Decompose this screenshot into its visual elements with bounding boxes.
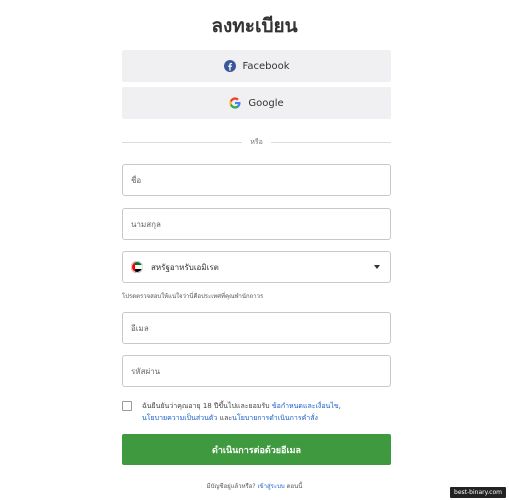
or-divider: หรือ (122, 137, 392, 147)
uae-flag-icon (131, 261, 143, 273)
consent-and: และ (217, 414, 233, 422)
first-name-placeholder: ชื่อ (131, 175, 142, 185)
consent-text: ฉันยืนยันว่าคุณอายุ 18 ปีขึ้นไปและยอมรับ… (142, 400, 341, 424)
country-value: สหรัฐอาหรับเอมิเรต (151, 262, 219, 272)
terms-link[interactable]: ข้อกำหนดและเงื่อนไข (272, 402, 339, 410)
divider-line-left (122, 141, 243, 143)
country-select[interactable]: สหรัฐอาหรับเอมิเรต (122, 251, 391, 283)
country-hint: โปรดตรวจสอบให้แน่ใจว่านี่คือประเทศที่คุณ… (122, 293, 264, 300)
divider-line-right (270, 141, 392, 143)
facebook-icon (223, 60, 236, 72)
last-name-placeholder: นามสกุล (131, 219, 161, 229)
consent-prefix: ฉันยืนยันว่าคุณอายุ 18 ปีขึ้นไปและยอมรับ (142, 402, 272, 410)
privacy-link[interactable]: นโยบายความเป็นส่วนตัว (142, 414, 217, 422)
divider-text: หรือ (250, 137, 263, 146)
chevron-down-icon (374, 265, 380, 269)
first-name-field[interactable]: ชื่อ (122, 164, 391, 196)
email-placeholder: อีเมล (131, 323, 149, 333)
watermark-logo: best-binary.com (450, 487, 506, 498)
google-icon (229, 97, 241, 109)
facebook-signup-button[interactable]: Facebook (122, 50, 391, 82)
continue-with-email-button[interactable]: ดำเนินการต่อด้วยอีเมล (122, 434, 391, 465)
consent-row: ฉันยืนยันว่าคุณอายุ 18 ปีขึ้นไปและยอมรับ… (122, 400, 391, 424)
facebook-label: Facebook (242, 60, 290, 72)
last-name-field[interactable]: นามสกุล (122, 208, 391, 240)
execution-policy-link[interactable]: นโยบายการดำเนินการคำสั่ง (232, 414, 318, 422)
consent-comma: , (338, 402, 341, 410)
email-field[interactable]: อีเมล (122, 312, 391, 344)
login-prompt-text: มีบัญชีอยู่แล้วหรือ? (206, 483, 258, 490)
login-link[interactable]: เข้าสู่ระบบ (257, 483, 284, 490)
password-placeholder: รหัสผ่าน (131, 366, 161, 376)
page-title: ลงทะเบียน (211, 15, 298, 37)
consent-checkbox[interactable] (122, 401, 132, 411)
google-label: Google (248, 97, 284, 109)
google-signup-button[interactable]: Google (122, 87, 391, 119)
continue-with-email-label: ดำเนินการต่อด้วยอีเมล (212, 445, 301, 456)
password-field[interactable]: รหัสผ่าน (122, 355, 391, 387)
login-prompt: มีบัญชีอยู่แล้วหรือ? เข้าสู่ระบบ ตอนนี้ (0, 481, 509, 491)
login-suffix: ตอนนี้ (284, 483, 303, 490)
